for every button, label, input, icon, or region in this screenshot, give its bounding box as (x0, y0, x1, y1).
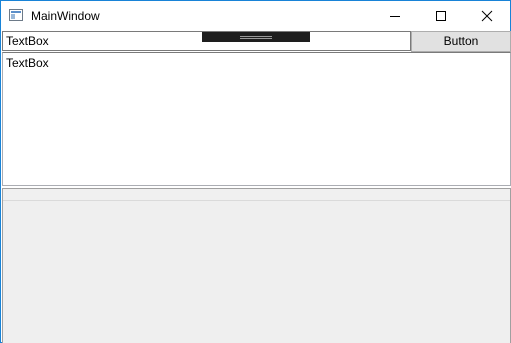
window-title: MainWindow (31, 9, 100, 23)
maximize-button[interactable] (418, 1, 464, 31)
bottom-panel-header (3, 189, 510, 201)
close-button[interactable] (464, 1, 510, 31)
action-button[interactable]: Button (411, 31, 511, 52)
minimize-icon (390, 16, 400, 17)
minimize-button[interactable] (372, 1, 418, 31)
app-window-icon (9, 9, 23, 21)
main-text-area[interactable]: TextBox (2, 52, 511, 186)
main-window: MainWindow TextBox Button TextBox (0, 0, 511, 343)
close-icon (481, 10, 493, 22)
bottom-panel (2, 188, 511, 343)
drag-handle[interactable] (202, 32, 310, 42)
title-bar[interactable]: MainWindow (1, 1, 510, 31)
drag-handle-icon (240, 36, 272, 37)
maximize-icon (436, 11, 446, 21)
